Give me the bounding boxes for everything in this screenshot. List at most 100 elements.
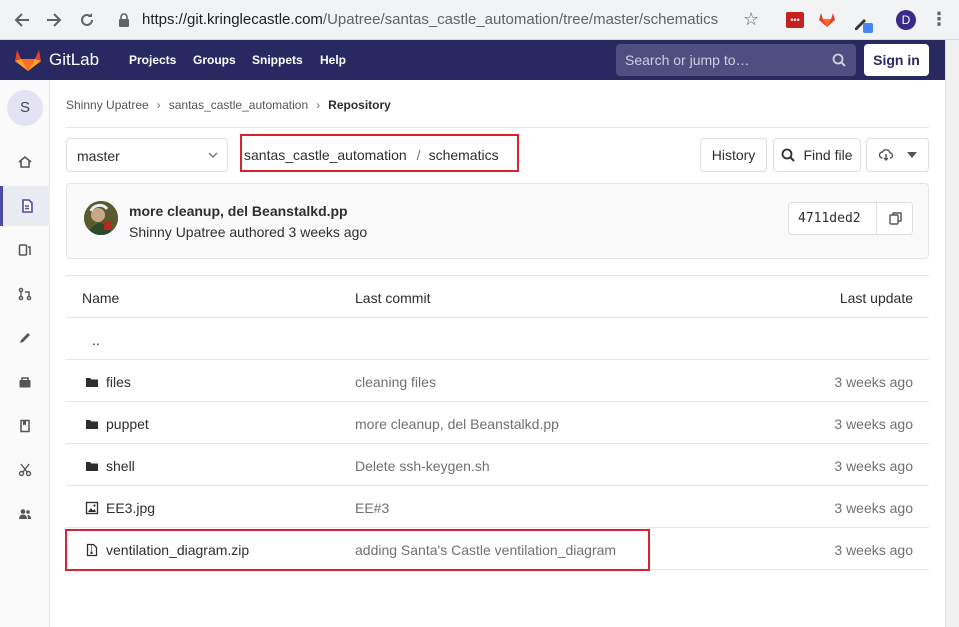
project-icon[interactable] — [0, 142, 50, 182]
commit-message[interactable]: EE#3 — [355, 500, 389, 516]
find-file-label: Find file — [803, 147, 853, 163]
merge-requests-icon[interactable] — [0, 274, 50, 314]
table-row[interactable]: puppet more cleanup, del Beanstalkd.pp 3… — [66, 402, 929, 444]
gitlab-logo-icon[interactable] — [14, 48, 42, 72]
header-name: Name — [82, 290, 120, 306]
parent-dir-row[interactable]: .. — [66, 318, 929, 360]
browser-toolbar: https://git.kringlecastle.com/Upatree/sa… — [0, 0, 959, 40]
issues-icon[interactable] — [0, 230, 50, 270]
image-file-icon — [85, 501, 99, 515]
table-header: Name Last commit Last update — [66, 275, 929, 318]
file-name[interactable]: files — [106, 374, 131, 390]
back-arrow-icon[interactable] — [6, 4, 38, 36]
updated-time: 3 weeks ago — [834, 542, 913, 558]
file-name-cell[interactable]: puppet — [82, 416, 149, 432]
gitlab-extension-icon[interactable] — [818, 11, 836, 29]
table-row[interactable]: shell Delete ssh-keygen.sh 3 weeks ago — [66, 444, 929, 486]
file-name[interactable]: EE3.jpg — [106, 500, 155, 516]
commit-author-meta: Shinny Upatree authored 3 weeks ago — [129, 224, 368, 240]
header-last-commit: Last commit — [355, 290, 431, 306]
last-commit-panel: more cleanup, del Beanstalkd.pp Shinny U… — [66, 183, 929, 259]
repository-icon[interactable] — [0, 186, 50, 226]
ci-cd-icon[interactable] — [0, 318, 50, 358]
project-avatar[interactable]: S — [7, 90, 43, 126]
folder-icon — [86, 462, 98, 471]
url-path: /Upatree/santas_castle_automation/tree/m… — [322, 11, 719, 28]
nav-help[interactable]: Help — [320, 53, 346, 67]
copy-icon — [888, 212, 902, 225]
commit-sha[interactable]: 4711ded2 — [798, 211, 861, 226]
commit-message[interactable]: cleaning files — [355, 374, 436, 390]
commit-message[interactable]: Delete ssh-keygen.sh — [355, 458, 490, 474]
breadcrumb: Shinny Upatree › santas_castle_automatio… — [66, 98, 391, 112]
parent-dir-link[interactable]: .. — [82, 332, 100, 348]
highlight-annotation — [65, 529, 650, 571]
eyedropper-extension-icon[interactable] — [852, 11, 874, 33]
find-file-button[interactable]: Find file — [773, 138, 861, 172]
author-avatar[interactable] — [84, 201, 118, 235]
breadcrumb-owner[interactable]: Shinny Upatree — [66, 98, 149, 112]
nav-snippets[interactable]: Snippets — [252, 53, 303, 67]
file-name[interactable]: shell — [106, 458, 135, 474]
breadcrumb-chevron-icon: › — [156, 98, 161, 112]
table-row[interactable]: files cleaning files 3 weeks ago — [66, 360, 929, 402]
nav-projects[interactable]: Projects — [129, 53, 176, 67]
browser-menu-icon[interactable]: ⋮ — [930, 9, 948, 30]
history-button[interactable]: History — [700, 138, 767, 172]
forward-arrow-icon[interactable] — [38, 4, 70, 36]
file-name-cell[interactable]: EE3.jpg — [82, 500, 155, 516]
breadcrumb-project[interactable]: santas_castle_automation — [169, 98, 308, 112]
updated-time: 3 weeks ago — [834, 458, 913, 474]
commit-title[interactable]: more cleanup, del Beanstalkd.pp — [129, 203, 348, 219]
path-root-link[interactable]: santas_castle_automation — [244, 147, 407, 163]
file-name-cell[interactable]: files — [82, 374, 131, 390]
file-name[interactable]: puppet — [106, 416, 149, 432]
operations-icon[interactable] — [0, 362, 50, 402]
gitlab-header: GitLab Projects Groups Snippets Help Sea… — [0, 40, 945, 80]
reload-icon[interactable] — [71, 4, 103, 36]
branch-dropdown[interactable]: master — [66, 138, 228, 172]
chevron-down-icon — [208, 152, 218, 158]
copy-sha-button[interactable] — [876, 203, 913, 234]
gitlab-brand[interactable]: GitLab — [49, 50, 99, 70]
updated-time: 3 weeks ago — [834, 374, 913, 390]
folder-icon — [86, 378, 98, 387]
path-separator: / — [416, 147, 421, 163]
commit-message[interactable]: more cleanup, del Beanstalkd.pp — [355, 416, 559, 432]
table-row[interactable]: EE3.jpg EE#3 3 weeks ago — [66, 486, 929, 528]
lock-icon — [119, 13, 129, 27]
path-dir-link[interactable]: schematics — [429, 147, 499, 163]
project-sidebar: S — [0, 80, 50, 627]
members-icon[interactable] — [0, 494, 50, 534]
nav-groups[interactable]: Groups — [193, 53, 236, 67]
search-placeholder: Search or jump to… — [625, 52, 750, 68]
address-bar[interactable]: https://git.kringlecastle.com/Upatree/sa… — [142, 11, 718, 28]
caret-down-icon — [906, 152, 917, 158]
branch-name: master — [77, 148, 120, 164]
parent-dir-label: .. — [92, 332, 100, 348]
bookmark-star-icon[interactable]: ☆ — [743, 9, 759, 30]
header-last-update: Last update — [839, 290, 913, 306]
updated-time: 3 weeks ago — [834, 500, 913, 516]
download-button[interactable] — [866, 138, 929, 172]
snippets-icon[interactable] — [0, 450, 50, 490]
folder-icon — [86, 420, 98, 429]
wiki-icon[interactable] — [0, 406, 50, 446]
breadcrumb-chevron-icon: › — [316, 98, 321, 112]
tree-path: santas_castle_automation / schematics — [240, 134, 519, 172]
sign-in-button[interactable]: Sign in — [864, 44, 929, 76]
page-scrollbar[interactable] — [945, 40, 959, 627]
search-icon — [832, 53, 846, 67]
updated-time: 3 weeks ago — [834, 416, 913, 432]
history-label: History — [711, 147, 756, 163]
file-tree-table: Name Last commit Last update .. files cl… — [66, 275, 929, 570]
divider — [66, 127, 929, 128]
url-host: https://git.kringlecastle.com — [142, 11, 323, 28]
breadcrumb-current[interactable]: Repository — [328, 98, 391, 112]
commit-sha-box: 4711ded2 — [788, 202, 913, 235]
extension-icon[interactable]: ••• — [786, 12, 804, 28]
search-input[interactable]: Search or jump to… — [616, 44, 856, 76]
cloud-download-icon — [878, 149, 893, 161]
profile-avatar[interactable]: D — [896, 10, 916, 30]
file-name-cell[interactable]: shell — [82, 458, 135, 474]
